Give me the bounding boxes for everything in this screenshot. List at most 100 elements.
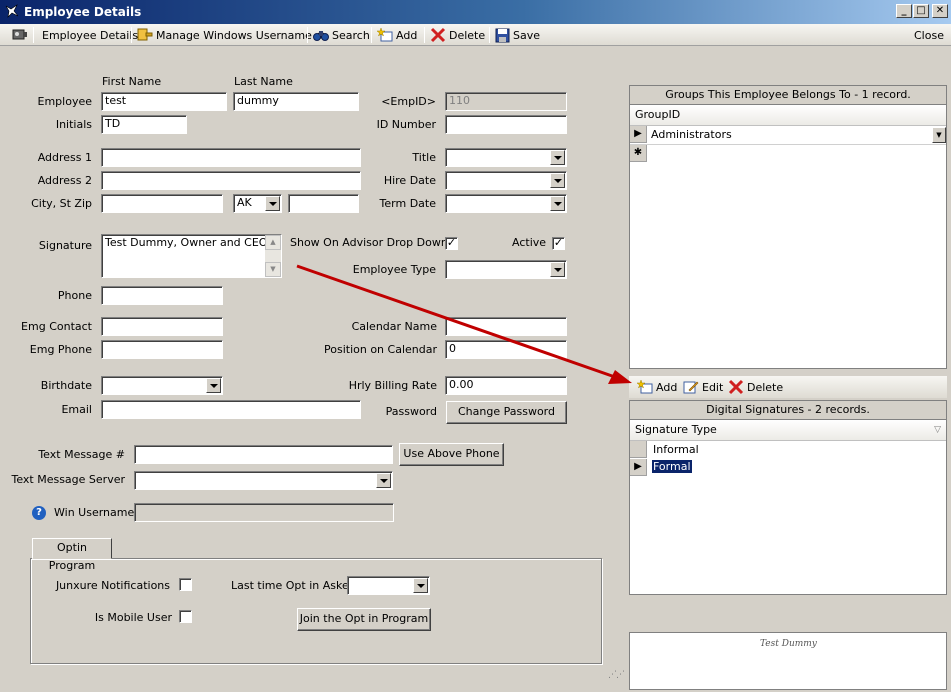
signature-type-column-label: Signature Type <box>635 423 717 436</box>
employee-type-label: Employee Type <box>352 263 436 276</box>
phone-field[interactable] <box>101 286 223 305</box>
signature-type-column-header[interactable]: Signature Type ▽ <box>630 420 946 441</box>
chevron-down-icon[interactable] <box>413 578 428 593</box>
term-date-label: Term Date <box>379 197 436 210</box>
filter-icon[interactable]: ▽ <box>934 420 941 440</box>
new-row-icon: ✱ <box>630 145 647 162</box>
text-message-server-dropdown[interactable] <box>134 471 393 490</box>
position-on-calendar-field[interactable]: 0 <box>445 340 567 359</box>
signature-text: Test Dummy, Owner and CEO <box>105 236 268 249</box>
win-username-field <box>134 503 394 522</box>
save-button[interactable]: Save <box>495 27 540 43</box>
save-label: Save <box>513 28 541 42</box>
employee-card-icon[interactable] <box>12 27 28 43</box>
signature-edit-button[interactable]: Edit <box>683 379 723 395</box>
phone-label: Phone <box>57 289 92 302</box>
win-username-label: Win Username <box>54 506 135 519</box>
chevron-down-icon[interactable] <box>550 173 565 188</box>
empid-label: <EmpID> <box>381 95 436 108</box>
add-record-icon <box>377 27 393 42</box>
signature-edit-label: Edit <box>702 380 724 394</box>
close-button[interactable]: Close <box>914 27 944 43</box>
size-grip[interactable]: ⋰⋰ <box>608 671 625 686</box>
show-on-advisor-checkbox[interactable]: ✓ <box>445 237 458 250</box>
table-row[interactable]: Informal <box>630 441 946 459</box>
email-field[interactable] <box>101 400 361 419</box>
hire-date-dropdown[interactable] <box>445 171 567 190</box>
address1-field[interactable] <box>101 148 361 167</box>
chevron-down-icon[interactable] <box>550 150 565 165</box>
join-opt-in-program-button[interactable]: Join the Opt in Program <box>297 608 431 631</box>
use-above-phone-button[interactable]: Use Above Phone <box>399 443 504 466</box>
chevron-down-icon[interactable]: ▼ <box>932 127 946 143</box>
signature-type-cell: Informal <box>653 443 699 456</box>
city-field[interactable] <box>101 194 223 213</box>
signature-scrollbar[interactable]: ▲ ▼ <box>265 235 281 277</box>
signature-label: Signature <box>38 239 92 252</box>
chevron-down-icon[interactable] <box>550 196 565 211</box>
junxure-notifications-checkbox[interactable] <box>179 578 192 591</box>
table-row[interactable]: ▶ Administrators ▼ <box>630 126 946 145</box>
last-time-opt-in-dropdown[interactable] <box>347 576 430 595</box>
first-name-field[interactable]: test <box>101 92 227 111</box>
new-row[interactable]: ✱ <box>630 145 946 164</box>
scroll-up-icon[interactable]: ▲ <box>265 235 281 250</box>
maximize-button[interactable]: □ <box>913 4 929 18</box>
chevron-down-icon[interactable] <box>206 378 221 393</box>
title-label: Title <box>412 151 436 164</box>
manage-windows-username-button[interactable]: Manage Windows Username ▼ <box>137 27 324 43</box>
change-password-button[interactable]: Change Password <box>446 401 567 424</box>
title-dropdown[interactable] <box>445 148 567 167</box>
term-date-dropdown[interactable] <box>445 194 567 213</box>
signature-delete-button[interactable]: Delete <box>728 379 783 395</box>
signature-add-label: Add <box>656 380 678 394</box>
emg-phone-field[interactable] <box>101 340 223 359</box>
close-window-button[interactable]: ✕ <box>932 4 948 18</box>
hrly-billing-rate-field[interactable]: 0.00 <box>445 376 567 395</box>
emg-contact-field[interactable] <box>101 317 223 336</box>
signature-type-cell-selected: Formal <box>652 460 692 473</box>
row-pointer-icon: ▶ <box>630 126 647 143</box>
address2-field[interactable] <box>101 171 361 190</box>
signature-delete-label: Delete <box>747 380 784 394</box>
id-number-field[interactable] <box>445 115 567 134</box>
search-button[interactable]: Search <box>313 27 370 43</box>
birthdate-dropdown[interactable] <box>101 376 223 395</box>
add-button[interactable]: Add <box>377 27 417 43</box>
employee-type-dropdown[interactable] <box>445 260 567 279</box>
employee-details-button[interactable]: Employee Details <box>42 27 138 43</box>
toolbar-separator <box>371 27 372 43</box>
initials-field[interactable]: TD <box>101 115 187 134</box>
minimize-button[interactable]: _ <box>896 4 912 18</box>
delete-button[interactable]: Delete <box>430 27 485 43</box>
tab-optin-program[interactable]: Optin Program <box>32 538 112 572</box>
chevron-down-icon[interactable] <box>376 473 391 488</box>
state-dropdown[interactable]: AK <box>233 194 282 213</box>
users-key-icon <box>137 28 153 41</box>
junxure-notifications-label: Junxure Notifications <box>55 579 170 592</box>
digital-signatures-header: Digital Signatures - 2 records. <box>630 401 946 420</box>
delete-x-icon <box>728 379 744 395</box>
close-label: Close <box>914 28 944 42</box>
position-on-calendar-label: Position on Calendar <box>324 343 437 356</box>
empid-field: 110 <box>445 92 567 111</box>
active-checkbox[interactable]: ✓ <box>552 237 565 250</box>
text-message-field[interactable] <box>134 445 393 464</box>
chevron-down-icon[interactable] <box>265 196 280 211</box>
row-selector <box>630 441 647 458</box>
scroll-down-icon[interactable]: ▼ <box>265 262 281 277</box>
search-label: Search <box>332 28 370 42</box>
window-title: Employee Details <box>24 5 142 19</box>
text-message-label: Text Message # <box>38 448 125 461</box>
groupid-column-header[interactable]: GroupID <box>630 105 946 126</box>
signature-textarea[interactable]: Test Dummy, Owner and CEO ▲ ▼ <box>101 234 282 278</box>
first-name-header: First Name <box>102 75 162 88</box>
table-row[interactable]: ▶ Formal <box>630 459 946 477</box>
signature-add-button[interactable]: Add <box>637 379 677 395</box>
is-mobile-user-checkbox[interactable] <box>179 610 192 623</box>
calendar-name-field[interactable] <box>445 317 567 336</box>
help-icon[interactable]: ? <box>32 506 46 520</box>
add-label: Add <box>396 28 418 42</box>
chevron-down-icon[interactable] <box>550 262 565 277</box>
birthdate-label: Birthdate <box>40 379 92 392</box>
